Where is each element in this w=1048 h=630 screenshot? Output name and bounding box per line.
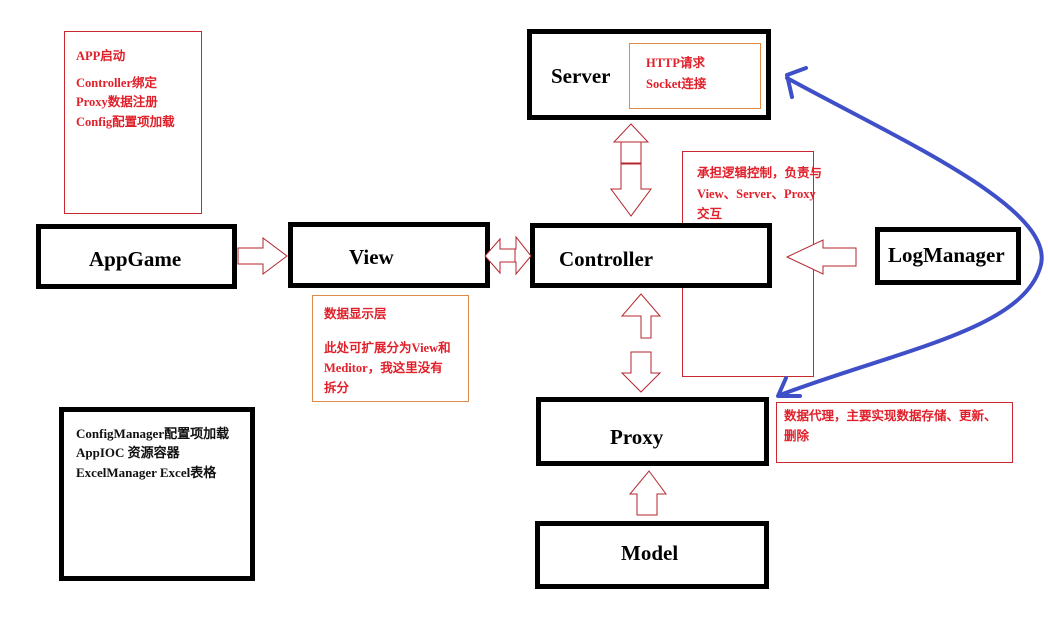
proxy-label: Proxy	[610, 425, 664, 449]
app-startup-line-2: Controller绑定	[76, 76, 158, 90]
arrow-controller-to-server	[612, 123, 650, 164]
view-note-line-4: 拆分	[324, 381, 350, 395]
controller-note-line-2: View、Server、Proxy	[697, 187, 816, 201]
controller-label: Controller	[559, 247, 654, 271]
logmanager-label: LogManager	[888, 243, 1005, 267]
proxy-note-line-1: 数据代理，主要实现数据存储、更新、	[784, 409, 997, 423]
managers-line-1: ConfigManager配置项加载	[76, 426, 230, 441]
view-note-line-1: 数据显示层	[324, 307, 387, 321]
controller-note-line-1: 承担逻辑控制，负责与	[697, 166, 823, 180]
arrow-model-to-proxy	[628, 470, 667, 516]
server-note-line-1: HTTP请求	[646, 56, 706, 70]
model-label: Model	[621, 541, 679, 565]
managers-line-3: ExcelManager Excel表格	[76, 465, 217, 480]
server-note	[629, 43, 761, 109]
server-label: Server	[551, 64, 611, 88]
curve-arrowhead-server	[785, 66, 808, 99]
arrow-controller-to-proxy	[620, 351, 662, 393]
app-startup-line-1: APP启动	[76, 49, 126, 63]
arrow-proxy-to-controller	[620, 293, 662, 339]
managers-line-2: AppIOC 资源容器	[76, 445, 180, 460]
arrow-appgame-to-view	[237, 237, 288, 275]
appgame-label: AppGame	[89, 247, 182, 271]
view-note-line-2: 此处可扩展分为View和	[324, 341, 451, 355]
app-startup-line-4: Config配置项加载	[76, 115, 175, 129]
proxy-note-line-2: 删除	[784, 429, 810, 443]
curve-arrowhead-proxy	[776, 376, 802, 398]
arrow-view-to-controller	[497, 235, 532, 276]
arrow-server-to-controller	[610, 163, 652, 217]
arrow-controller-to-server-body	[620, 141, 642, 164]
view-note-line-3: Meditor，我这里没有	[324, 361, 443, 375]
controller-note-line-3: 交互	[697, 207, 723, 221]
server-note-line-2: Socket连接	[646, 77, 707, 91]
view-label: View	[349, 245, 394, 269]
app-startup-line-3: Proxy数据注册	[76, 95, 158, 109]
